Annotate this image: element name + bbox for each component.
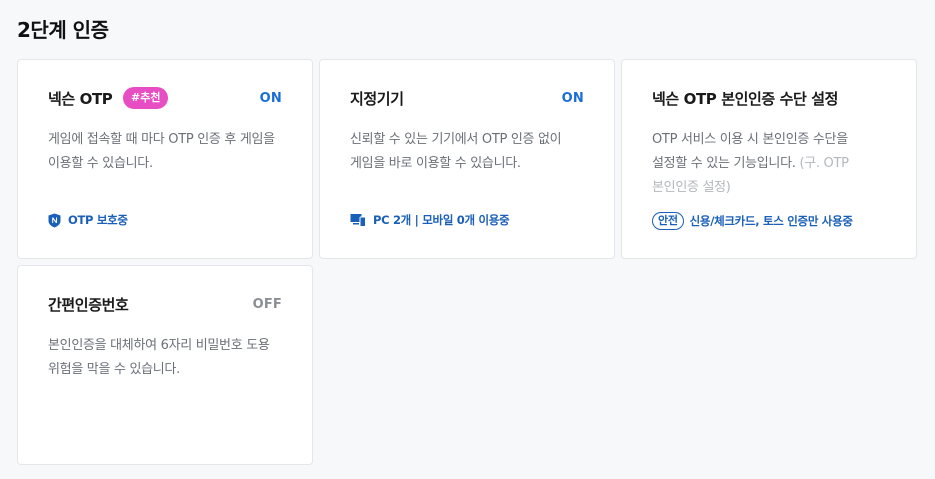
description-line: 이용할 수 있습니다. bbox=[48, 156, 153, 171]
description-line: 게임에 접속할 때 마다 OTP 인증 후 게임을 bbox=[48, 132, 275, 147]
card-title: 간편인증번호 bbox=[48, 296, 129, 314]
description-line: 설정할 수 있는 기능입니다. (구. OTP bbox=[652, 152, 892, 176]
description-note: 본인인증 설정) bbox=[652, 180, 731, 195]
description-line: 신뢰할 수 있는 기기에서 OTP 인증 없이 bbox=[350, 132, 562, 147]
two-factor-auth-page: 2단계 인증 넥슨 OTP #추천 ON 게임에 접속할 때 마다 OTP 인증… bbox=[0, 0, 935, 479]
card-simple-auth-number[interactable]: 간편인증번호 OFF 본인인증을 대체하여 6자리 비밀번호 도용 위험을 막을… bbox=[17, 265, 313, 465]
card-description: 게임에 접속할 때 마다 OTP 인증 후 게임을 이용할 수 있습니다. bbox=[48, 128, 288, 176]
description-note: (구. OTP bbox=[799, 156, 849, 171]
card-footer: PC 2개 | 모바일 0개 이용중 bbox=[350, 212, 510, 228]
footer-text: OTP 보호중 bbox=[68, 213, 128, 227]
status-toggle[interactable]: ON bbox=[562, 91, 584, 106]
card-designated-device[interactable]: 지정기기 ON 신뢰할 수 있는 기기에서 OTP 인증 없이 게임을 바로 이… bbox=[319, 59, 615, 259]
description-line: OTP 서비스 이용 시 본인인증 수단을 bbox=[652, 132, 848, 147]
description-line: 위험을 막을 수 있습니다. bbox=[48, 362, 180, 377]
card-description: 본인인증을 대체하여 6자리 비밀번호 도용 위험을 막을 수 있습니다. bbox=[48, 334, 288, 382]
card-footer: OTP 보호중 bbox=[48, 212, 128, 228]
nexon-shield-icon bbox=[48, 213, 61, 228]
card-description: OTP 서비스 이용 시 본인인증 수단을 설정할 수 있는 기능입니다. (구… bbox=[652, 128, 892, 200]
devices-icon bbox=[350, 213, 366, 227]
status-toggle[interactable]: ON bbox=[260, 91, 282, 106]
card-title: 넥슨 OTP bbox=[48, 90, 113, 108]
footer-text: 신용/체크카드, 토스 인증만 사용중 bbox=[689, 214, 853, 228]
description-line: 게임을 바로 이용할 수 있습니다. bbox=[350, 156, 521, 171]
section-title: 2단계 인증 bbox=[17, 18, 109, 42]
footer-text: PC 2개 | 모바일 0개 이용중 bbox=[373, 213, 510, 227]
safe-badge: 안전 bbox=[652, 212, 684, 230]
card-otp-verification-method[interactable]: 넥슨 OTP 본인인증 수단 설정 OTP 서비스 이용 시 본인인증 수단을 … bbox=[621, 59, 917, 259]
card-footer: 안전 신용/체크카드, 토스 인증만 사용중 bbox=[652, 212, 853, 230]
status-toggle[interactable]: OFF bbox=[253, 297, 282, 312]
recommend-badge: #추천 bbox=[123, 87, 169, 109]
card-nexon-otp[interactable]: 넥슨 OTP #추천 ON 게임에 접속할 때 마다 OTP 인증 후 게임을 … bbox=[17, 59, 313, 259]
card-title: 지정기기 bbox=[350, 90, 404, 108]
description-text: 설정할 수 있는 기능입니다. bbox=[652, 156, 796, 171]
card-title: 넥슨 OTP 본인인증 수단 설정 bbox=[652, 90, 839, 108]
card-description: 신뢰할 수 있는 기기에서 OTP 인증 없이 게임을 바로 이용할 수 있습니… bbox=[350, 128, 590, 176]
description-line: 본인인증을 대체하여 6자리 비밀번호 도용 bbox=[48, 338, 270, 353]
